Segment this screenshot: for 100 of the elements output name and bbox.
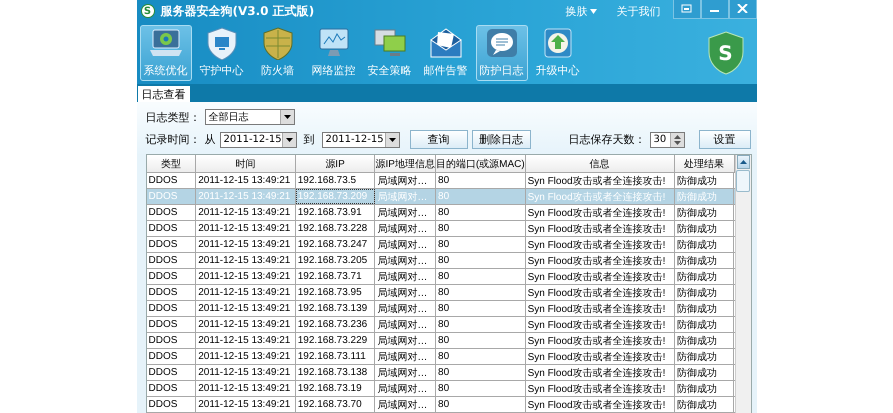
keep-days-spinner[interactable]: 30 (650, 132, 684, 148)
table-cell: 2011-12-15 13:49:21 (196, 317, 296, 332)
log-type-select[interactable]: 全部日志 (204, 109, 294, 125)
column-header[interactable]: 类型 (146, 155, 196, 172)
table-cell: DDOS (146, 317, 196, 332)
to-label: 到 (304, 132, 314, 147)
window-title: 服务器安全狗(V3.0 正式版) (160, 2, 316, 20)
from-date-select[interactable]: 2011-12-15 (220, 132, 296, 148)
table-cell: DDOS (146, 285, 196, 300)
table-cell: 2011-12-15 13:49:21 (196, 189, 296, 204)
table-cell: 192.168.73.5 (296, 173, 376, 188)
table-cell: 192.168.73.236 (296, 317, 376, 332)
table-cell: DDOS (146, 397, 196, 412)
table-cell: 80 (436, 333, 526, 348)
table-cell: 80 (436, 365, 526, 380)
table-cell: Syn Flood攻击或者全连接攻击! (526, 237, 675, 252)
table-cell: Syn Flood攻击或者全连接攻击! (526, 381, 675, 396)
table-row[interactable]: DDOS 2011-12-15 13:49:21 192.168.73.19 局域网对… 80 Syn Flood攻击或者全连接攻击! 防御成功 (146, 381, 734, 397)
table-cell: 2011-12-15 13:49:21 (196, 301, 296, 316)
table-row[interactable]: DDOS 2011-12-15 13:49:21 192.168.73.70 局域网对… 80 Syn Flood攻击或者全连接攻击! 防御成功 (146, 397, 734, 413)
column-header[interactable]: 信息 (526, 155, 675, 172)
table-cell: 80 (436, 237, 526, 252)
table-row[interactable]: DDOS 2011-12-15 13:49:21 192.168.73.228 局域网对… 80 Syn Flood攻击或者全连接攻击! 防御成功 (146, 221, 734, 237)
table-row[interactable]: DDOS 2011-12-15 13:49:21 192.168.73.95 局域网对… 80 Syn Flood攻击或者全连接攻击! 防御成功 (146, 285, 734, 301)
record-time-label: 记录时间： (146, 132, 200, 147)
to-date-select[interactable]: 2011-12-15 (322, 132, 400, 148)
table-cell: 192.168.73.95 (296, 285, 376, 300)
table-cell: 局域网对… (375, 317, 436, 332)
table-cell: 防御成功 (674, 205, 734, 220)
delete-log-button[interactable]: 删除日志 (472, 130, 530, 149)
table-cell: 防御成功 (674, 253, 734, 268)
table-cell: DDOS (146, 333, 196, 348)
table-row[interactable]: DDOS 2011-12-15 13:49:21 192.168.73.247 局域网对… 80 Syn Flood攻击或者全连接攻击! 防御成功 (146, 237, 734, 253)
table-cell: 局域网对… (375, 365, 436, 380)
table-cell: 局域网对… (375, 333, 436, 348)
table-row[interactable]: DDOS 2011-12-15 13:49:21 192.168.73.111 局域网对… 80 Syn Flood攻击或者全连接攻击! 防御成功 (146, 349, 734, 365)
table-cell: 防御成功 (674, 381, 734, 396)
table-row[interactable]: DDOS 2011-12-15 13:49:21 192.168.73.139 局域网对… 80 Syn Flood攻击或者全连接攻击! 防御成功 (146, 301, 734, 317)
column-header[interactable]: 源IP (296, 155, 376, 172)
query-button[interactable]: 查询 (410, 130, 468, 149)
table-cell: 局域网对… (375, 205, 436, 220)
table-cell: 192.168.73.205 (296, 253, 376, 268)
table-cell: 局域网对… (375, 173, 436, 188)
table-cell: 192.168.73.209 (296, 189, 376, 204)
table-cell: 防御成功 (674, 349, 734, 364)
table-row[interactable]: DDOS 2011-12-15 13:49:21 192.168.73.91 局域网对… 80 Syn Flood攻击或者全连接攻击! 防御成功 (146, 205, 734, 221)
table-row[interactable]: DDOS 2011-12-15 13:49:21 192.168.73.229 局域网对… 80 Syn Flood攻击或者全连接攻击! 防御成功 (146, 333, 734, 349)
table-cell: DDOS (146, 365, 196, 380)
table-cell: 局域网对… (375, 397, 436, 412)
table-cell: 80 (436, 285, 526, 300)
from-label: 从 (204, 132, 216, 147)
table-cell: 2011-12-15 13:49:21 (196, 221, 296, 236)
table-cell: 192.168.73.228 (296, 221, 376, 236)
minimize-button[interactable] (700, 0, 728, 19)
table-row[interactable]: DDOS 2011-12-15 13:49:21 192.168.73.205 局域网对… 80 Syn Flood攻击或者全连接攻击! 防御成功 (146, 253, 734, 269)
close-button[interactable] (728, 0, 756, 19)
column-header[interactable]: 时间 (196, 155, 296, 172)
table-cell: Syn Flood攻击或者全连接攻击! (526, 365, 675, 380)
table-cell: 2011-12-15 13:49:21 (196, 173, 296, 188)
table-cell: 防御成功 (674, 237, 734, 252)
table-cell: 80 (436, 317, 526, 332)
table-cell: Syn Flood攻击或者全连接攻击! (526, 269, 675, 284)
table-cell: 2011-12-15 13:49:21 (196, 349, 296, 364)
table-cell: 192.168.73.19 (296, 381, 376, 396)
menu-button[interactable] (672, 0, 700, 19)
app-logo: S (140, 4, 154, 18)
table-cell: 2011-12-15 13:49:21 (196, 205, 296, 220)
table-cell: 80 (436, 173, 526, 188)
table-cell: DDOS (146, 253, 196, 268)
table-cell: 防御成功 (674, 269, 734, 284)
scrollbar-thumb[interactable] (736, 170, 750, 192)
tab[interactable]: 日志查看 (138, 86, 190, 102)
table-cell: 防御成功 (674, 189, 734, 204)
table-cell: DDOS (146, 381, 196, 396)
table-cell: 局域网对… (375, 301, 436, 316)
table-cell: 防御成功 (674, 397, 734, 412)
table-cell: 80 (436, 205, 526, 220)
table-cell: 局域网对… (375, 381, 436, 396)
table-cell: 防御成功 (674, 317, 734, 332)
table-cell: 80 (436, 189, 526, 204)
table-cell: 防御成功 (674, 333, 734, 348)
table-cell: 2011-12-15 13:49:21 (196, 381, 296, 396)
table-cell: Syn Flood攻击或者全连接攻击! (526, 285, 675, 300)
scrollbar[interactable] (734, 155, 750, 413)
table-row[interactable]: DDOS 2011-12-15 13:49:21 192.168.73.138 局域网对… 80 Syn Flood攻击或者全连接攻击! 防御成功 (146, 365, 734, 381)
toolbar-button[interactable]: 守护中心 (196, 25, 248, 81)
table-cell: 192.168.73.138 (296, 365, 376, 380)
table-cell: DDOS (146, 301, 196, 316)
table-cell: 192.168.73.229 (296, 333, 376, 348)
table-cell: 局域网对… (375, 349, 436, 364)
column-header[interactable]: 目的端口(或源MAC) (436, 155, 526, 172)
table-cell: Syn Flood攻击或者全连接攻击! (526, 221, 675, 236)
dropdown-arrow-icon (284, 115, 290, 119)
set-button[interactable]: 设置 (698, 130, 750, 149)
spin-arrows-icon (674, 134, 680, 144)
table-cell: 192.168.73.91 (296, 205, 376, 220)
table-row[interactable]: DDOS 2011-12-15 13:49:21 192.168.73.71 局域网对… 80 Syn Flood攻击或者全连接攻击! 防御成功 (146, 269, 734, 285)
column-header[interactable]: 源IP地理信息 (375, 155, 436, 172)
table-cell: 局域网对… (375, 269, 436, 284)
table-row[interactable]: DDOS 2011-12-15 13:49:21 192.168.73.236 局域网对… 80 Syn Flood攻击或者全连接攻击! 防御成功 (146, 317, 734, 333)
